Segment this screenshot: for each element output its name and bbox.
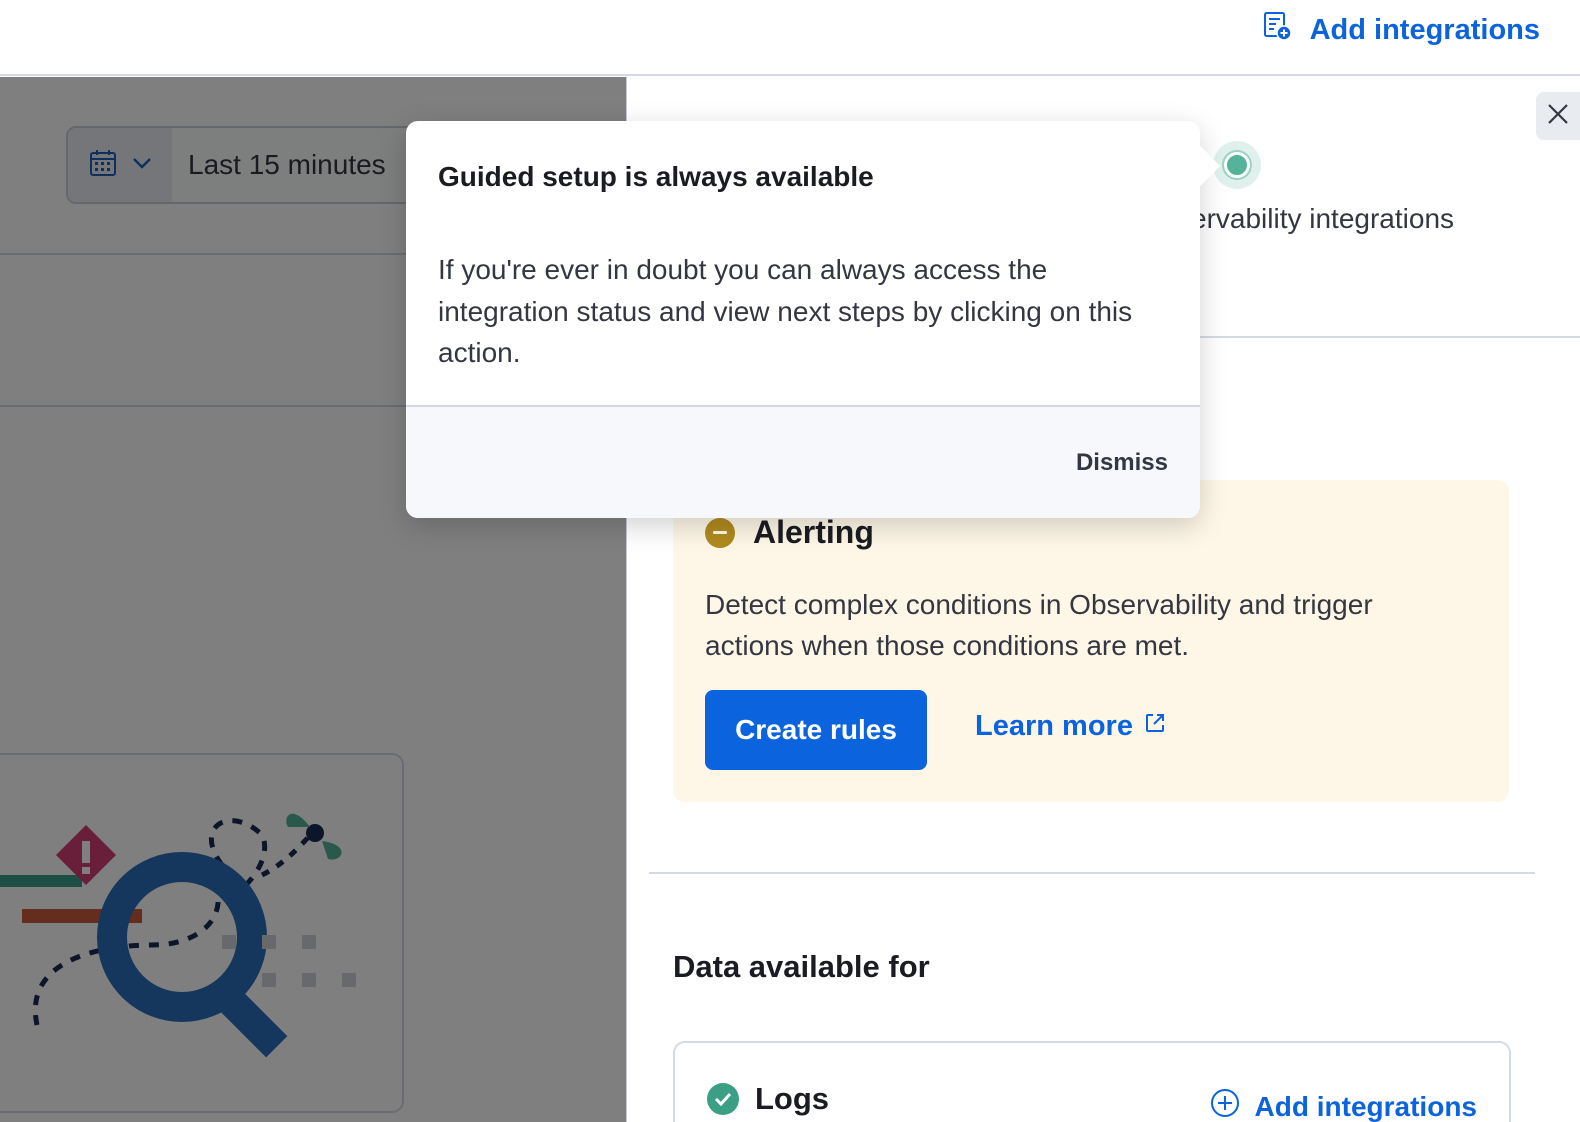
dismiss-button[interactable]: Dismiss xyxy=(1076,449,1168,477)
create-rules-button[interactable]: Create rules xyxy=(705,690,927,770)
alerting-title-row: Alerting xyxy=(705,514,874,551)
check-circle-icon xyxy=(707,1083,739,1115)
integrations-add-icon xyxy=(1262,10,1294,50)
flyout-subtitle: ervability integrations xyxy=(1191,203,1455,234)
top-header: Add integrations xyxy=(0,0,1580,76)
learn-more-label: Learn more xyxy=(975,710,1133,742)
alerting-title: Alerting xyxy=(753,514,874,550)
logs-card: Logs Add integrations xyxy=(673,1041,1511,1122)
add-integrations-header-button[interactable]: Add integrations xyxy=(1262,10,1540,50)
logs-title-row: Logs xyxy=(707,1081,829,1117)
logs-add-integrations-label: Add integrations xyxy=(1254,1090,1477,1122)
learn-more-link[interactable]: Learn more xyxy=(975,710,1167,743)
divider xyxy=(649,872,1535,874)
data-available-title: Data available for xyxy=(673,949,930,984)
close-icon xyxy=(1547,103,1569,130)
tour-footer: Dismiss xyxy=(406,405,1200,518)
alerting-card: Alerting Detect complex conditions in Ob… xyxy=(673,480,1509,802)
close-flyout-button[interactable] xyxy=(1536,92,1580,140)
tour-body: If you're ever in doubt you can always a… xyxy=(438,254,1133,368)
external-link-icon xyxy=(1143,710,1167,743)
beacon-dot xyxy=(1224,152,1250,178)
alerting-description: Detect complex conditions in Observabili… xyxy=(705,589,1373,661)
logs-title: Logs xyxy=(755,1081,830,1116)
tour-title: Guided setup is always available xyxy=(438,161,874,192)
add-integrations-header-label: Add integrations xyxy=(1309,13,1540,46)
logs-add-integrations-button[interactable]: Add integrations xyxy=(1209,1087,1477,1122)
minus-circle-icon xyxy=(705,517,735,548)
plus-circle-icon xyxy=(1209,1087,1241,1122)
tour-popover: Guided setup is always available If you'… xyxy=(406,121,1221,518)
